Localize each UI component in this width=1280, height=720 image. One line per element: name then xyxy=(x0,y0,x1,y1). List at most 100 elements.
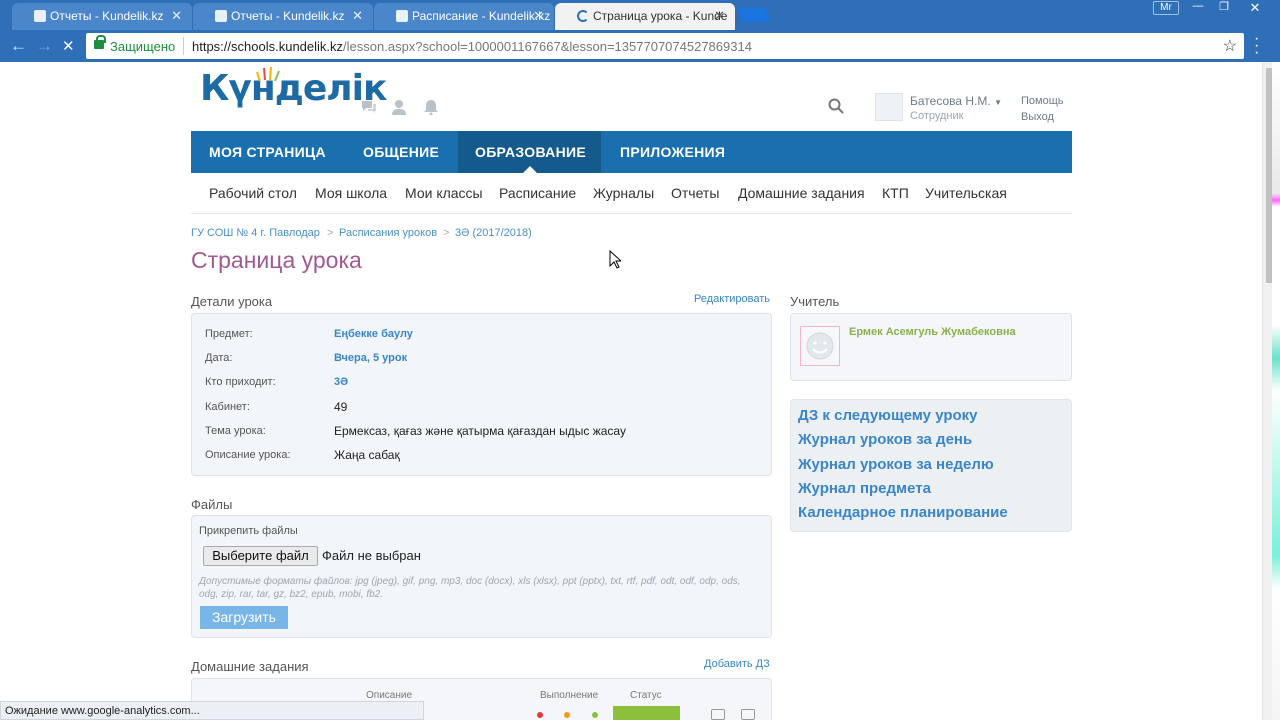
breadcrumb-school[interactable]: ГУ СОШ № 4 г. Павлодар xyxy=(191,227,320,239)
browser-tab-3[interactable]: Расписание - Kundelik.kz ✕ xyxy=(374,3,554,30)
subnav-homework[interactable]: Домашние задания xyxy=(738,185,865,201)
teacher-name[interactable]: Ермек Асемгуль Жумабековна xyxy=(849,326,1016,338)
detail-label-attendees: Кто приходит: xyxy=(205,376,276,388)
details-title: Детали урока xyxy=(191,294,273,309)
stop-loading-icon[interactable]: ✕ xyxy=(62,37,75,55)
favicon-icon xyxy=(396,10,408,22)
chat-icon[interactable] xyxy=(361,99,377,115)
subnav-my-school[interactable]: Моя школа xyxy=(315,185,387,201)
teacher-title: Учитель xyxy=(790,294,840,309)
choose-file-button[interactable]: Выберите файл xyxy=(203,546,318,566)
sub-nav: Рабочий стол Моя школа Мои классы Распис… xyxy=(191,173,1072,214)
help-link[interactable]: Помощь xyxy=(1021,95,1064,107)
breadcrumb-separator: > xyxy=(327,227,334,239)
column-header-completion: Выполнение xyxy=(540,690,599,701)
add-homework-link[interactable]: Добавить ДЗ xyxy=(704,658,770,670)
browser-tab-label: Расписание - Kundelik.kz xyxy=(412,9,551,23)
main-nav: МОЯ СТРАНИЦА ОБЩЕНИЕ ОБРАЗОВАНИЕ ПРИЛОЖЕ… xyxy=(191,131,1072,173)
user-menu[interactable]: Батесова Н.М. ▼ xyxy=(910,94,1002,108)
user-role: Сотрудник xyxy=(910,110,964,122)
mouse-cursor-icon xyxy=(609,250,621,269)
detail-value-description: Жаңа сабақ xyxy=(334,448,400,462)
no-file-text: Файл не выбран xyxy=(322,548,421,563)
detail-value-date[interactable]: Вчера, 5 урок xyxy=(334,352,407,364)
link-day-journal[interactable]: Журнал уроков за день xyxy=(798,431,972,448)
forward-icon[interactable]: → xyxy=(36,36,53,56)
profile-button[interactable]: Mr xyxy=(1153,1,1179,15)
breadcrumb-separator: > xyxy=(443,227,450,239)
status-badge xyxy=(613,706,680,720)
detail-label-topic: Тема урока: xyxy=(205,425,266,437)
bookmark-star-icon[interactable]: ☆ xyxy=(1223,36,1237,56)
logout-link[interactable]: Выход xyxy=(1021,111,1054,123)
browser-tab-bar: Отчеты - Kundelik.kz ✕ Отчеты - Kundelik… xyxy=(0,0,1280,30)
subnav-ktp[interactable]: КТП xyxy=(882,185,909,201)
url-text[interactable]: https://schools.kundelik.kz/lesson.aspx?… xyxy=(192,39,752,54)
link-week-journal[interactable]: Журнал уроков за неделю xyxy=(798,456,994,473)
nav-education-label: ОБРАЗОВАНИЕ xyxy=(475,144,586,160)
column-header-status: Статус xyxy=(630,690,662,701)
detail-value-room: 49 xyxy=(334,400,348,414)
user-name: Батесова Н.М. xyxy=(910,94,991,108)
completion-marker-icon xyxy=(564,712,570,718)
breadcrumb-schedules[interactable]: Расписания уроков xyxy=(339,227,437,239)
upload-button[interactable]: Загрузить xyxy=(200,606,288,629)
link-next-homework[interactable]: ДЗ к следующему уроку xyxy=(798,407,978,424)
subnav-journals[interactable]: Журналы xyxy=(593,185,654,201)
completion-marker-icon xyxy=(537,712,543,718)
new-tab-button[interactable] xyxy=(737,8,771,22)
edit-link[interactable]: Редактировать xyxy=(694,293,770,305)
nav-communication[interactable]: ОБЩЕНИЕ xyxy=(344,131,458,173)
link-calendar-planning[interactable]: Календарное планирование xyxy=(798,504,1008,521)
allowed-formats-text: Допустимые форматы файлов: jpg (jpeg), g… xyxy=(199,576,741,600)
subnav-desktop[interactable]: Рабочий стол xyxy=(209,185,297,201)
subnav-reports[interactable]: Отчеты xyxy=(671,185,719,201)
avatar[interactable] xyxy=(875,93,903,121)
maximize-icon[interactable]: ❐ xyxy=(1212,0,1236,18)
detail-label-subject: Предмет: xyxy=(205,328,253,340)
logo-text: Күнделік xyxy=(200,68,387,109)
browser-tab-1[interactable]: Отчеты - Kundelik.kz ✕ xyxy=(12,3,192,30)
browser-tab-4-active[interactable]: Страница урока - Kundе ✕ xyxy=(555,3,735,30)
search-icon[interactable] xyxy=(828,98,844,114)
close-tab-icon[interactable]: ✕ xyxy=(714,8,725,24)
back-icon[interactable]: ← xyxy=(10,36,27,56)
close-tab-icon[interactable]: ✕ xyxy=(171,8,182,24)
subnav-schedule[interactable]: Расписание xyxy=(499,185,576,201)
browser-tab-2[interactable]: Отчеты - Kundelik.kz ✕ xyxy=(193,3,373,30)
site-logo[interactable]: Күнделік xyxy=(200,66,387,109)
user-icon[interactable] xyxy=(391,99,407,115)
close-window-icon[interactable]: ✕ xyxy=(1240,0,1270,18)
breadcrumb-class[interactable]: 3Ә (2017/2018) xyxy=(455,227,532,239)
browser-menu-icon[interactable]: · · · xyxy=(1254,31,1259,61)
desktop-edge xyxy=(1272,62,1280,720)
teacher-avatar[interactable] xyxy=(800,326,840,366)
browser-toolbar: ← → ✕ Защищено https://schools.kundelik.… xyxy=(0,30,1280,62)
favicon-icon xyxy=(215,10,227,22)
chevron-down-icon: ▼ xyxy=(994,98,1002,107)
edit-icon[interactable] xyxy=(711,709,725,720)
nav-my-page[interactable]: МОЯ СТРАНИЦА xyxy=(191,131,344,173)
address-bar[interactable]: Защищено https://schools.kundelik.kz/les… xyxy=(86,33,1244,59)
close-tab-icon[interactable]: ✕ xyxy=(533,8,544,24)
minimize-icon[interactable]: — xyxy=(1186,0,1210,18)
page-title: Страница урока xyxy=(191,247,362,273)
browser-tab-label: Страница урока - Kundе xyxy=(593,9,728,23)
nav-applications[interactable]: ПРИЛОЖЕНИЯ xyxy=(601,131,741,173)
subnav-my-classes[interactable]: Мои классы xyxy=(405,185,483,201)
copy-icon[interactable] xyxy=(741,709,755,720)
lock-icon xyxy=(94,35,106,49)
divider xyxy=(183,37,184,55)
favicon-icon xyxy=(34,10,46,22)
subnav-teachers-room[interactable]: Учительская xyxy=(925,185,1007,201)
link-subject-journal[interactable]: Журнал предмета xyxy=(798,480,931,497)
url-path: /lesson.aspx?school=1000001167667&lesson… xyxy=(343,39,752,54)
close-tab-icon[interactable]: ✕ xyxy=(352,8,363,24)
attach-label: Прикрепить файлы xyxy=(199,525,298,537)
detail-value-subject[interactable]: Еңбекке баулу xyxy=(334,328,413,340)
browser-tab-label: Отчеты - Kundelik.kz xyxy=(50,9,164,23)
detail-label-description: Описание урока: xyxy=(205,449,291,461)
detail-value-attendees[interactable]: 3Ә xyxy=(334,376,348,388)
nav-education[interactable]: ОБРАЗОВАНИЕ xyxy=(458,131,601,173)
bell-icon[interactable] xyxy=(423,99,439,115)
